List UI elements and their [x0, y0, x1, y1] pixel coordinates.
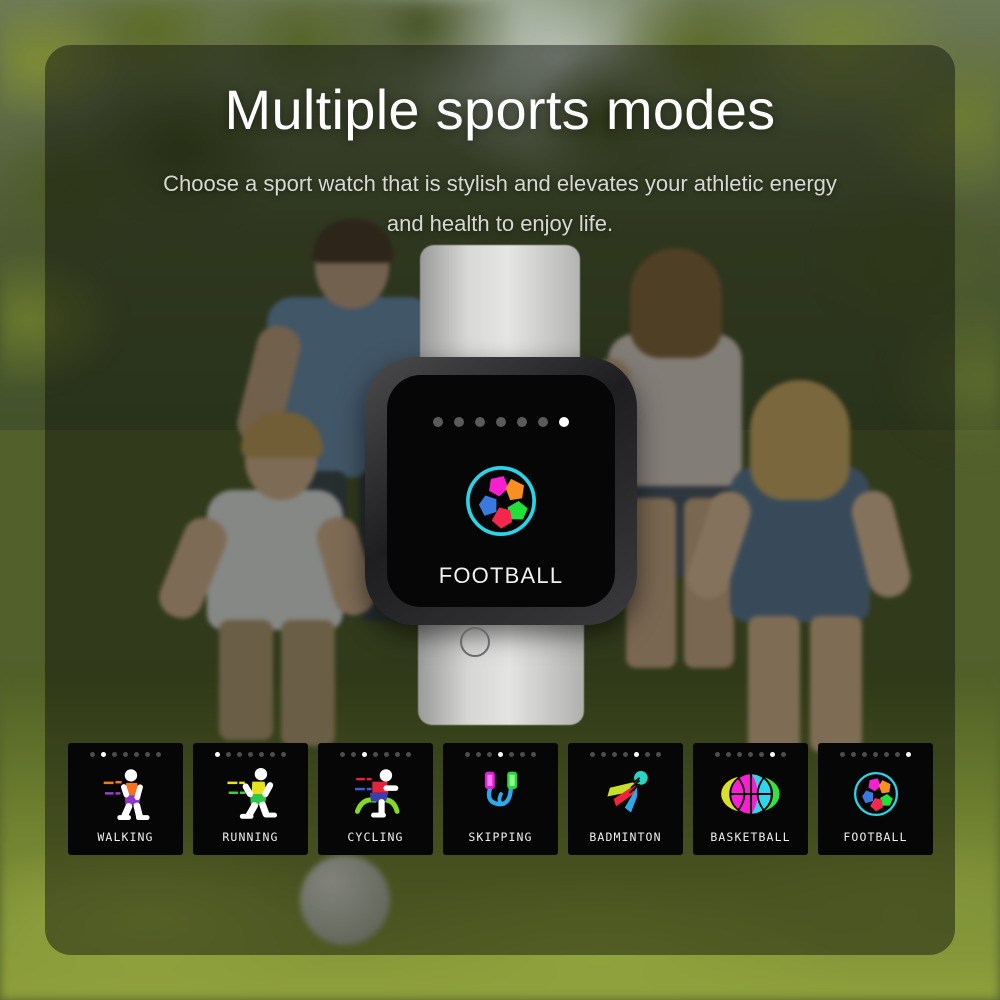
sport-mode-icon	[470, 757, 532, 830]
sport-mode-icon	[220, 757, 282, 830]
sport-mode-dot	[906, 752, 911, 757]
watch-mode-label: FOOTBALL	[438, 563, 564, 588]
skipping-icon	[484, 771, 517, 806]
sport-mode-card-cycling[interactable]: CYCLING	[318, 743, 433, 855]
sport-mode-dot	[781, 752, 786, 757]
sport-mode-icon	[595, 757, 657, 830]
sport-mode-card-basketball[interactable]: BASKETBALL	[693, 743, 808, 855]
watch-page-dot	[433, 417, 443, 427]
sport-mode-dot	[715, 752, 720, 757]
sport-mode-label: SKIPPING	[468, 830, 533, 844]
watch-page-dot	[454, 417, 464, 427]
sport-mode-dot	[840, 752, 845, 757]
basketball-icon	[720, 772, 780, 815]
watch-strap-top	[420, 245, 580, 375]
sport-mode-label: RUNNING	[222, 830, 279, 844]
cycling-icon	[354, 768, 400, 818]
sport-mode-dot	[281, 752, 286, 757]
walking-icon	[103, 768, 150, 820]
watch-mode-icon	[387, 455, 615, 547]
sport-mode-icon	[847, 757, 905, 830]
watch-page-dot	[517, 417, 527, 427]
sport-mode-label: CYCLING	[347, 830, 404, 844]
football-icon	[853, 771, 898, 816]
sport-mode-dot	[406, 752, 411, 757]
sport-mode-dot	[531, 752, 536, 757]
sport-mode-dot	[656, 752, 661, 757]
watch-page-dot	[559, 417, 569, 427]
sport-mode-card-running[interactable]: RUNNING	[193, 743, 308, 855]
hero-text-block: Multiple sports modes Choose a sport wat…	[0, 0, 1000, 243]
sport-mode-label: BASKETBALL	[710, 830, 791, 844]
sport-mode-label: FOOTBALL	[843, 830, 908, 844]
page-title: Multiple sports modes	[224, 78, 776, 141]
sport-mode-card-skipping[interactable]: SKIPPING	[443, 743, 558, 855]
sport-mode-icon	[345, 757, 407, 830]
sport-mode-icon	[95, 757, 157, 830]
football-icon	[466, 466, 536, 536]
sport-mode-label: WALKING	[97, 830, 154, 844]
watch-page-dot	[538, 417, 548, 427]
sport-mode-card-walking[interactable]: WALKING	[68, 743, 183, 855]
badminton-icon	[606, 770, 648, 813]
smartwatch: FOOTBALL	[335, 245, 665, 725]
watch-page-dot	[475, 417, 485, 427]
sport-mode-label: BADMINTON	[589, 830, 662, 844]
sport-mode-strip: WALKING RUNNING CYCLING SKIPPING BADMINT…	[68, 743, 933, 855]
watch-page-dots	[387, 417, 615, 427]
page-subtitle: Choose a sport watch that is stylish and…	[163, 171, 837, 236]
watch-home-button[interactable]	[460, 627, 490, 657]
sport-mode-icon	[720, 757, 781, 830]
running-icon	[226, 767, 277, 819]
promo-banner: Multiple sports modes Choose a sport wat…	[0, 0, 1000, 1000]
sport-mode-card-football[interactable]: FOOTBALL	[818, 743, 933, 855]
watch-screen[interactable]: FOOTBALL	[387, 375, 615, 607]
sport-mode-card-badminton[interactable]: BADMINTON	[568, 743, 683, 855]
watch-page-dot	[496, 417, 506, 427]
sport-mode-dot	[156, 752, 161, 757]
